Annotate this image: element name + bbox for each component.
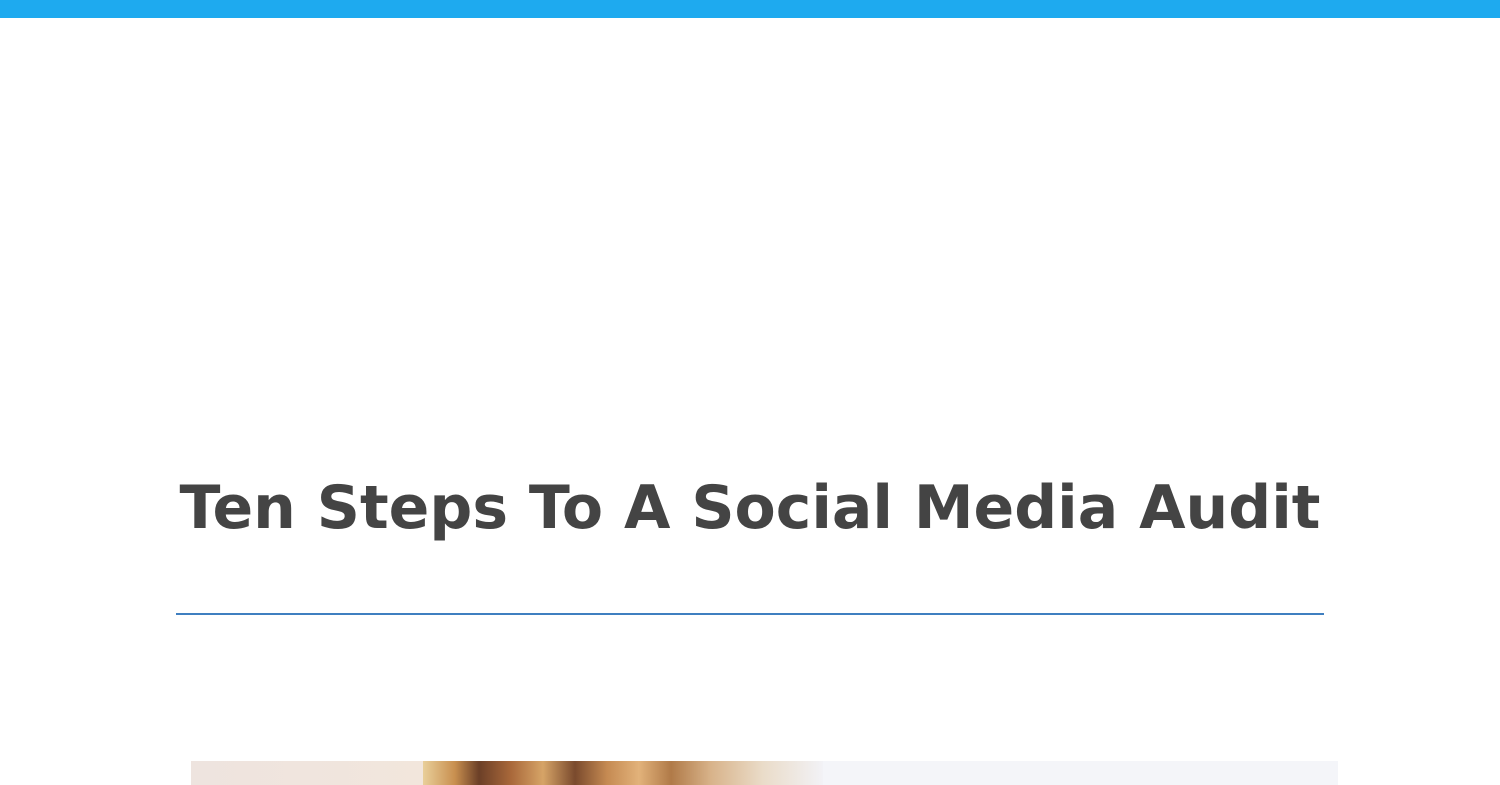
article-title: Ten Steps To A Social Media Audit: [179, 473, 1321, 543]
hero-image-background: [191, 761, 441, 785]
top-accent-bar: [0, 0, 1500, 18]
hero-image-photo-icon: [423, 761, 823, 785]
title-divider: [176, 613, 1324, 615]
page: Ten Steps To A Social Media Audit: [0, 0, 1500, 785]
hero-image: [191, 761, 1338, 785]
